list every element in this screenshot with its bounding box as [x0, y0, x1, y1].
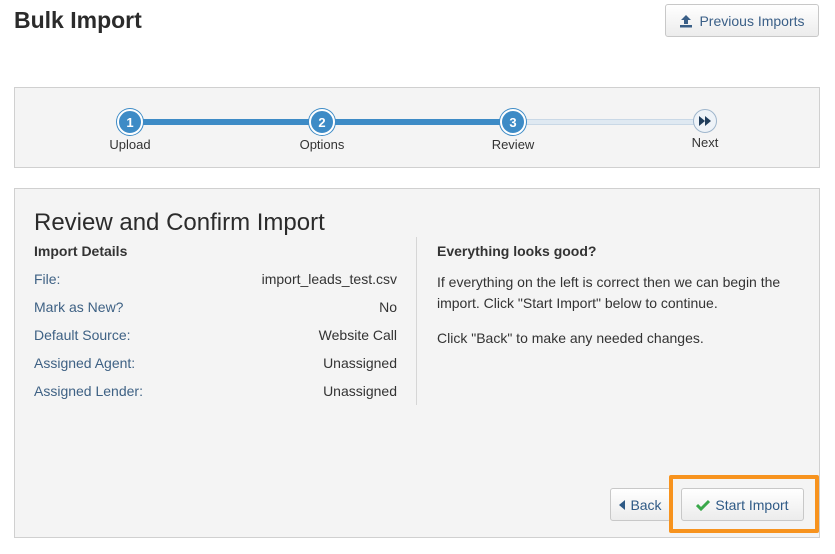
detail-value: Website Call	[318, 327, 397, 343]
previous-imports-label: Previous Imports	[699, 12, 805, 29]
upload-icon	[679, 14, 693, 28]
detail-value: No	[379, 299, 397, 315]
confirm-heading: Everything looks good?	[437, 243, 597, 259]
step-number: 2	[309, 109, 335, 135]
step-label: Next	[691, 135, 719, 150]
review-title: Review and Confirm Import	[34, 209, 325, 236]
detail-row-file: File: import_leads_test.csv	[34, 269, 397, 289]
detail-row-default-source: Default Source: Website Call	[34, 325, 397, 345]
back-button-label: Back	[630, 496, 662, 513]
detail-key: Mark as New?	[34, 299, 124, 315]
detail-value: Unassigned	[323, 355, 397, 371]
step-options[interactable]: 2 Options	[282, 109, 362, 152]
back-hint-text: Click "Back" to make any needed changes.	[437, 330, 704, 346]
detail-key: Default Source:	[34, 327, 131, 343]
detail-value: Unassigned	[323, 383, 397, 399]
detail-key: File:	[34, 271, 61, 287]
detail-key: Assigned Lender:	[34, 383, 143, 399]
import-progress-stepper: 1 Upload 2 Options 3 Review Next	[14, 87, 820, 168]
step-label: Review	[491, 137, 535, 152]
step-next[interactable]: Next	[665, 109, 745, 150]
step-review[interactable]: 3 Review	[473, 109, 553, 152]
back-button[interactable]: Back	[610, 488, 671, 521]
previous-imports-button[interactable]: Previous Imports	[665, 4, 819, 37]
detail-row-mark-as-new: Mark as New? No	[34, 297, 397, 317]
detail-key: Assigned Agent:	[34, 355, 136, 371]
step-label: Options	[299, 137, 345, 152]
confirm-text: If everything on the left is correct the…	[437, 274, 781, 311]
page-title: Bulk Import	[14, 7, 142, 33]
detail-value: import_leads_test.csv	[261, 271, 397, 287]
import-details-heading: Import Details	[34, 243, 128, 259]
detail-row-assigned-lender: Assigned Lender: Unassigned	[34, 381, 397, 401]
step-upload[interactable]: 1 Upload	[90, 109, 170, 152]
caret-left-icon	[619, 499, 626, 510]
step-number: 3	[500, 109, 526, 135]
start-import-highlight	[669, 475, 819, 533]
step-number: 1	[117, 109, 143, 135]
column-divider	[416, 237, 417, 405]
step-label: Upload	[109, 137, 151, 152]
fast-forward-icon	[693, 109, 717, 133]
detail-row-assigned-agent: Assigned Agent: Unassigned	[34, 353, 397, 373]
